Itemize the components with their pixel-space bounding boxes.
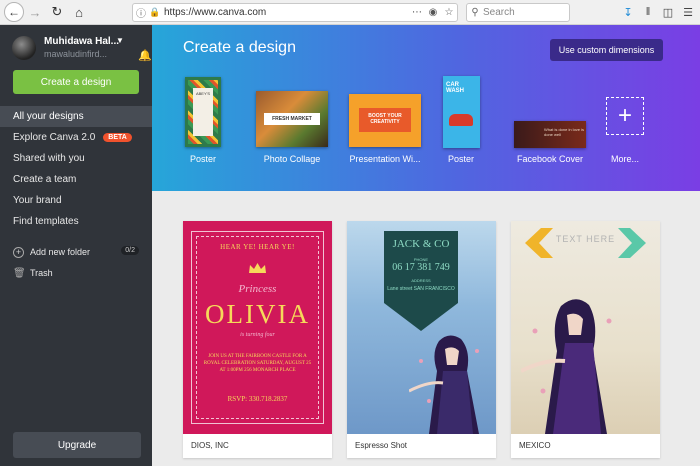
trash-label: Trash [30, 268, 53, 278]
home-icon[interactable]: ⌂ [68, 1, 90, 23]
anime-character-image [521, 299, 612, 434]
template-label-presentation[interactable]: Presentation Wi... [342, 154, 428, 164]
sidebar-item-label: Create a team [13, 174, 77, 185]
sidebar-item-label: Explore Canva 2.0 [13, 132, 96, 143]
pocket-icon[interactable]: ◉ [425, 7, 441, 18]
template-label-photo-collage[interactable]: Photo Collage [256, 154, 328, 164]
invite-princess: Princess [238, 283, 277, 295]
invite-rsvp: RSVP: 330.718.2837 [227, 395, 288, 403]
menu-icon[interactable]: ☰ [680, 4, 696, 20]
user-name[interactable]: Muhidawa Hal... [44, 36, 119, 47]
sidebar-item-label: Find templates [13, 216, 79, 227]
badge-phone: 06 17 381 749 [392, 262, 450, 273]
design-thumbnail-espresso[interactable]: JACK & CO PHONE 06 17 381 749 ADDRESS La… [347, 221, 496, 434]
template-poster-thumbnail[interactable]: ABEY'S [185, 77, 221, 147]
search-placeholder: Search [483, 7, 515, 18]
page-actions-icon[interactable]: ⋯ [409, 7, 425, 18]
user-email: mawaludinfird... [44, 49, 108, 59]
search-icon: ⚲ [471, 7, 479, 18]
browser-toolbar: ← → ↻ ⌂ ⓘ 🔒 https://www.canva.com ⋯ ◉ ☆ … [0, 0, 700, 25]
design-card-olivia[interactable]: HEAR YE! HEAR YE! Princess OLIVIA is tur… [183, 221, 332, 458]
presentation-title: BOOST YOUR CREATIVITY [359, 108, 411, 132]
plus-circle-icon: + [13, 246, 24, 258]
invite-subtitle: is turning four [240, 332, 275, 338]
collage-title: FRESH MARKET [264, 113, 320, 125]
template-label-poster-2[interactable]: Poster [441, 154, 481, 164]
sidebar-item-create-team[interactable]: Create a team [0, 169, 152, 190]
template-label-poster[interactable]: Poster [183, 154, 223, 164]
banner-title: Create a design [183, 39, 296, 56]
create-design-banner: Create a design Use custom dimensions AB… [152, 25, 700, 191]
template-label-facebook-cover[interactable]: Facebook Cover [514, 154, 586, 164]
business-badge: JACK & CO PHONE 06 17 381 749 ADDRESS La… [384, 231, 458, 331]
template-presentation-thumbnail[interactable]: BOOST YOUR CREATIVITY [349, 94, 421, 147]
sidebar-item-brand[interactable]: Your brand [0, 190, 152, 211]
sidebar-item-explore[interactable]: Explore Canva 2.0 BETA [0, 127, 152, 148]
template-label-more[interactable]: More... [605, 154, 645, 164]
sidebar-item-label: Shared with you [13, 153, 85, 164]
user-menu[interactable]: Muhidawa Hal... ▼ mawaludinfird... 🔔 [12, 35, 152, 62]
invite-name: OLIVIA [205, 299, 310, 329]
sidebar-item-label: All your designs [13, 111, 84, 122]
sidebar-item-all-designs[interactable]: All your designs [0, 106, 160, 127]
sidebar-item-label: Your brand [13, 195, 62, 206]
design-thumbnail-mexico[interactable]: TEXT HERE [511, 221, 660, 434]
add-folder-button[interactable]: + Add new folder 0/2 [13, 244, 139, 260]
badge-brand: JACK & CO [392, 238, 450, 250]
avatar[interactable] [12, 36, 36, 60]
upgrade-button[interactable]: Upgrade [13, 432, 141, 458]
sidebar: Muhidawa Hal... ▼ mawaludinfird... 🔔 Cre… [0, 25, 160, 466]
design-thumbnail-olivia[interactable]: HEAR YE! HEAR YE! Princess OLIVIA is tur… [183, 221, 332, 434]
folder-count-badge: 0/2 [121, 246, 139, 255]
more-templates-plus-icon[interactable]: + [606, 97, 644, 135]
anime-character-image [409, 335, 479, 434]
library-icon[interactable]: ‖ [640, 4, 656, 20]
sidebar-toggle-icon[interactable]: ◫ [660, 4, 676, 20]
design-caption[interactable]: Espresso Shot [355, 441, 407, 450]
template-poster2-thumbnail[interactable]: CAR WASH [443, 76, 480, 148]
reload-icon[interactable]: ↻ [46, 1, 68, 23]
template-facebook-cover-thumbnail[interactable]: What is done in love is done well [514, 121, 586, 148]
browser-search-input[interactable]: ⚲ Search [466, 3, 570, 22]
add-folder-label: Add new folder [30, 247, 91, 257]
lock-icon: 🔒 [149, 7, 161, 17]
invite-details: JOIN US AT THE FAIRBOON CASTLE FOR A ROY… [203, 354, 312, 373]
facebook-quote: What is done in love is done well [544, 127, 585, 137]
info-icon[interactable]: ⓘ [133, 5, 149, 20]
forward-arrow-icon[interactable]: → [24, 1, 46, 23]
bell-icon[interactable]: 🔔 [138, 49, 152, 62]
chevron-down-icon[interactable]: ▼ [116, 36, 124, 45]
template-photo-collage-thumbnail[interactable]: FRESH MARKET [256, 91, 328, 147]
crown-icon [249, 263, 266, 273]
design-card-espresso[interactable]: JACK & CO PHONE 06 17 381 749 ADDRESS La… [347, 221, 496, 458]
poster-title: ABEY'S [193, 88, 213, 136]
design-card-mexico[interactable]: TEXT HERE MEXICO [511, 221, 660, 458]
beta-badge: BETA [103, 133, 132, 142]
design-caption[interactable]: DIOS, INC [191, 441, 229, 450]
address-bar[interactable]: ⓘ 🔒 https://www.canva.com ⋯ ◉ ☆ [132, 3, 458, 22]
trash-icon: 🗑 [13, 267, 26, 279]
sidebar-item-trash[interactable]: 🗑 Trash [13, 265, 53, 281]
custom-dimensions-button[interactable]: Use custom dimensions [550, 39, 663, 61]
download-icon[interactable]: ↧ [620, 4, 636, 20]
bookmark-star-icon[interactable]: ☆ [441, 7, 457, 18]
url-text[interactable]: https://www.canva.com [164, 7, 409, 18]
back-arrow-icon[interactable]: ← [4, 2, 24, 22]
car-image [449, 114, 473, 126]
sidebar-item-find-templates[interactable]: Find templates [0, 211, 152, 232]
create-design-button[interactable]: Create a design [13, 70, 139, 94]
sidebar-nav: All your designs Explore Canva 2.0 BETA S… [0, 106, 160, 232]
badge-address-label: ADDRESS [411, 278, 431, 283]
chevron-right-icon [618, 228, 646, 258]
invite-heading: HEAR YE! HEAR YE! [220, 243, 295, 251]
design-caption[interactable]: MEXICO [519, 441, 551, 450]
carwash-title: CAR WASH [446, 82, 464, 94]
badge-address: Lane street SAN FRANCISCO [387, 286, 455, 292]
sidebar-item-shared[interactable]: Shared with you [0, 148, 152, 169]
